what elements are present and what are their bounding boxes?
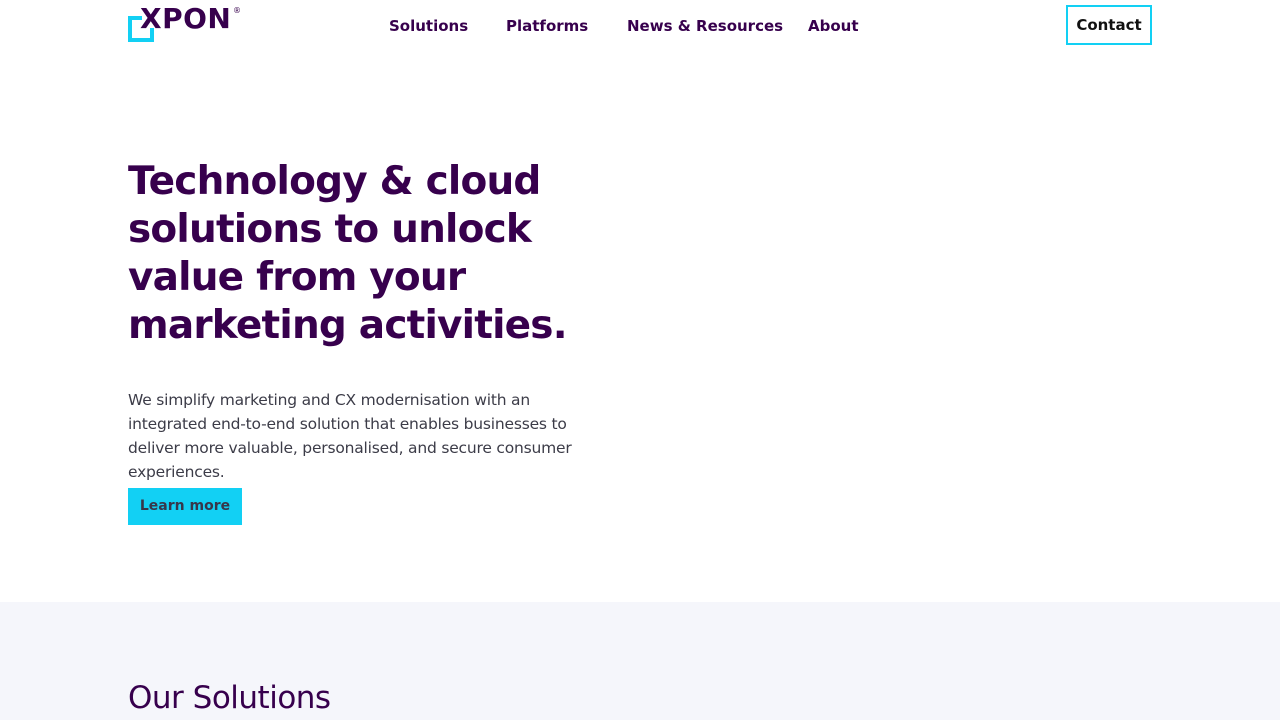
- logo-text: XPON: [140, 2, 232, 35]
- contact-button[interactable]: Contact: [1066, 5, 1152, 45]
- nav-item-platforms[interactable]: Platforms: [506, 16, 588, 36]
- hero-description: We simplify marketing and CX modernisati…: [128, 391, 572, 481]
- nav-item-about[interactable]: About: [808, 16, 859, 36]
- solutions-section: Our Solutions: [0, 602, 1280, 720]
- registered-mark: ®: [233, 6, 241, 15]
- nav-item-solutions[interactable]: Solutions: [389, 16, 468, 36]
- site-header: XPON ® Solutions Platforms News & Resour…: [0, 0, 1280, 56]
- nav-item-news-resources[interactable]: News & Resources: [627, 16, 783, 36]
- learn-more-button[interactable]: Learn more: [128, 488, 242, 525]
- hero-title: Technology & cloud solutions to unlock v…: [128, 159, 568, 348]
- xpon-logo[interactable]: XPON ®: [128, 2, 244, 44]
- solutions-title: Our Solutions: [128, 680, 331, 716]
